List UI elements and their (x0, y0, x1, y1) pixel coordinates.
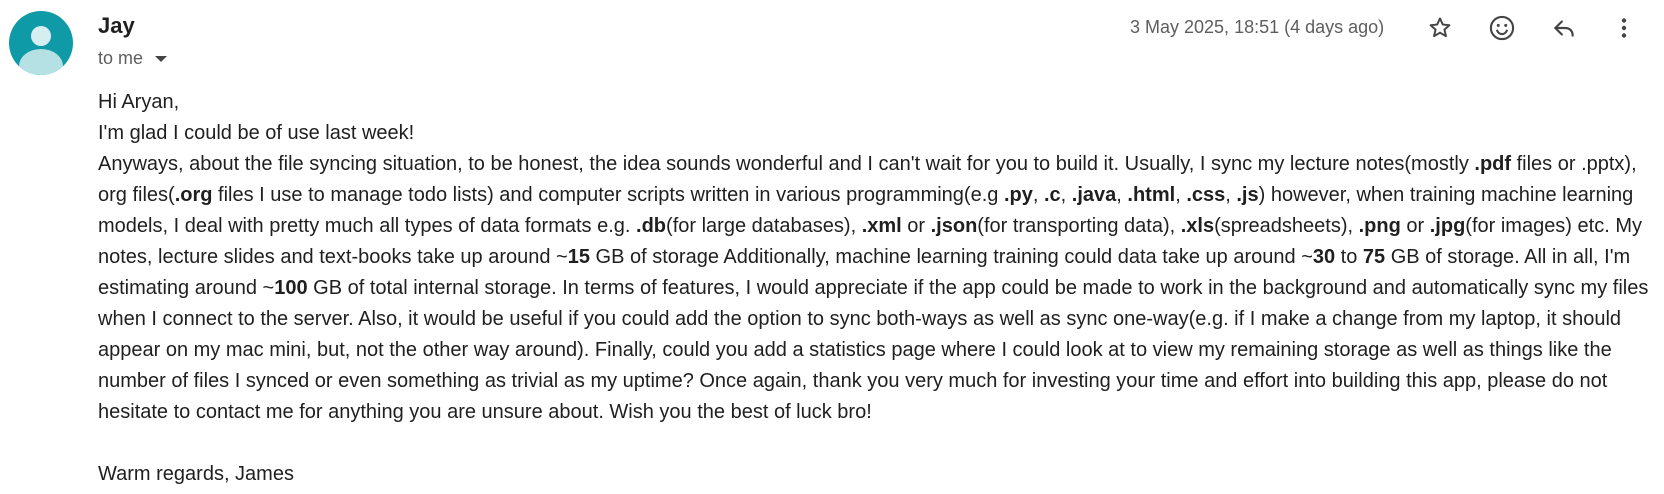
body-text: or (1400, 215, 1430, 237)
body-text: (spreadsheets), (1214, 215, 1359, 237)
body-bold-text: .jpg (1429, 215, 1466, 237)
body-bold-text: .xls (1180, 215, 1215, 237)
body-text: (for transporting data), (977, 215, 1181, 237)
body-bold-text: 75 (1362, 246, 1386, 268)
body-bold-text: .pdf (1474, 153, 1512, 175)
body-bold-text: 15 (567, 246, 590, 268)
body-bold-text: .org (174, 184, 213, 206)
avatar-body-shape (19, 49, 63, 75)
body-bold-text: 100 (274, 277, 308, 299)
body-bold-text: .css (1186, 184, 1226, 206)
body-text: GB of storage Additionally, machine lear… (590, 246, 1313, 268)
email-body-paragraph: Anyways, about the file syncing situatio… (98, 149, 1650, 428)
body-bold-text: .c (1043, 184, 1061, 206)
sender-name[interactable]: Jay (98, 12, 135, 40)
star-button[interactable] (1420, 8, 1460, 48)
body-text: , (1225, 184, 1237, 206)
body-bold-text: .json (930, 215, 978, 237)
recipient-dropdown[interactable]: to me (98, 47, 168, 69)
email-timestamp: 3 May 2025, 18:51 (4 days ago) (1130, 17, 1385, 37)
body-bold-text: .html (1127, 184, 1176, 206)
body-bold-text: .db (636, 215, 667, 237)
email-line-1: I'm glad I could be of use last week! (98, 122, 415, 144)
body-text: files I use to manage todo lists) and co… (212, 184, 1004, 206)
more-vert-icon (1621, 18, 1627, 38)
reply-icon (1554, 20, 1574, 37)
email-signoff: Warm regards, James (98, 463, 294, 485)
body-bold-text: 30 (1312, 246, 1336, 268)
body-bold-text: .java (1071, 184, 1117, 206)
body-text: , (1175, 184, 1187, 206)
body-text: , (1032, 184, 1044, 206)
greeting: Hi Aryan, (98, 91, 180, 113)
chevron-down-icon (155, 56, 168, 62)
star-icon (1429, 17, 1451, 38)
body-text: Anyways, about the file syncing situatio… (98, 153, 1475, 175)
body-bold-text: .png (1358, 215, 1401, 237)
emoji-icon (1489, 15, 1515, 41)
body-text: , (1116, 184, 1128, 206)
body-text: , (1060, 184, 1072, 206)
body-text: GB of total internal storage. In terms o… (98, 277, 1649, 423)
body-bold-text: .py (1003, 184, 1033, 206)
recipient-label: to me (98, 48, 144, 68)
sender-avatar[interactable] (9, 11, 73, 75)
more-options-button[interactable] (1604, 8, 1644, 48)
avatar-head-shape (31, 26, 51, 46)
body-text: to (1335, 246, 1363, 268)
add-reaction-button[interactable] (1482, 8, 1522, 48)
body-text: or (901, 215, 931, 237)
body-text: (for large databases), (666, 215, 862, 237)
reply-button[interactable] (1544, 8, 1584, 48)
email-content: Hi Aryan, I'm glad I could be of use las… (98, 87, 1650, 490)
body-bold-text: .js (1236, 184, 1259, 206)
body-bold-text: .xml (861, 215, 902, 237)
